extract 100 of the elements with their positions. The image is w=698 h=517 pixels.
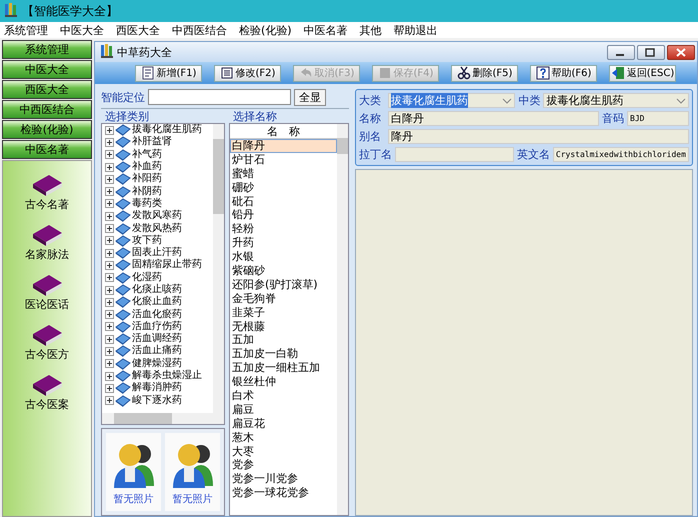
list-item[interactable]: 韭菜子 [230, 306, 337, 320]
expand-icon [105, 174, 114, 184]
expand-icon [105, 396, 114, 406]
maximize-button[interactable] [637, 44, 665, 60]
tree-item[interactable]: 解毒杀虫燥湿止 [105, 370, 213, 382]
sidebar-item[interactable]: 古今名著 [25, 167, 69, 212]
tree-item[interactable]: 补阴药 [105, 185, 213, 198]
list-item[interactable]: 五加皮一细柱五加 [230, 361, 337, 376]
text-field[interactable]: 降丹 [388, 129, 689, 144]
book-icon [115, 210, 131, 222]
scrollbar[interactable] [102, 413, 224, 424]
list-item[interactable]: 扁豆 [230, 402, 337, 417]
sidebar-item[interactable]: 名家脉法 [25, 217, 69, 262]
toolbar-button[interactable]: 删除(F5) [451, 64, 518, 82]
list-item[interactable]: 白降丹 [230, 139, 337, 153]
list-item[interactable]: 扁豆花 [230, 416, 337, 431]
tree-item[interactable]: 固精缩尿止带药 [105, 259, 213, 272]
tree-item[interactable]: 健脾燥湿药 [105, 358, 213, 370]
tree-item[interactable]: 活血止痛药 [105, 345, 213, 358]
sidebar-item[interactable]: 古今医方 [25, 317, 69, 362]
tree-item[interactable]: 活血疗伤药 [105, 320, 213, 334]
toolbar-button[interactable]: 修改(F2) [214, 64, 281, 82]
list-item[interactable]: 党参 [230, 458, 337, 472]
sidebar-button[interactable]: 中医名著 [2, 140, 92, 159]
scrollbar[interactable] [213, 124, 224, 413]
sidebar-button[interactable]: 西医大全 [2, 80, 92, 99]
tree-item[interactable]: 化痰止咳药 [105, 284, 213, 296]
list-item[interactable]: 紫硇砂 [230, 264, 337, 278]
sidebar-item[interactable]: 古今医案 [25, 367, 69, 412]
tree-item[interactable]: 峻下逐水药 [105, 394, 213, 407]
sidebar-button[interactable]: 中西医结合 [2, 100, 92, 119]
expand-icon [105, 310, 114, 320]
list-item[interactable]: 蜜蜡 [230, 166, 337, 181]
minimize-button[interactable] [607, 44, 635, 60]
text-field[interactable]: Crystalmixedwithbichloridem [552, 147, 689, 162]
list-item[interactable]: 升药 [230, 236, 337, 250]
menu-item[interactable]: 帮助退出 [394, 22, 438, 38]
tree-item[interactable]: 补阳药 [105, 173, 213, 186]
menu-item[interactable]: 中医名著 [304, 22, 348, 38]
list-item[interactable]: 硼砂 [230, 180, 337, 195]
list-item[interactable]: 还阳参(驴打滚草) [230, 278, 337, 292]
book-icon [115, 161, 131, 174]
tree-item[interactable]: 补肝益肾 [105, 136, 213, 149]
tree-item[interactable]: 毒药类 [105, 198, 213, 210]
sidebar-button[interactable]: 中医大全 [2, 60, 92, 79]
list-item[interactable]: 党参一球花党参 [230, 486, 337, 500]
list-item[interactable]: 白术 [230, 389, 337, 403]
tree-item[interactable]: 补血药 [105, 160, 213, 174]
tree-item[interactable]: 补气药 [105, 148, 213, 161]
tree-item[interactable]: 固表止汗药 [105, 246, 213, 260]
list-item[interactable]: 葱木 [230, 430, 337, 445]
tree-item[interactable]: 化瘀止血药 [105, 296, 213, 308]
sidebar-item[interactable]: 医论医话 [25, 267, 69, 312]
scrollbar[interactable] [337, 124, 348, 515]
list-item[interactable]: 党参一川党参 [230, 472, 337, 486]
toolbar-button[interactable]: 帮助(F6) [530, 64, 597, 82]
expand-icon [105, 199, 114, 208]
close-button[interactable] [667, 44, 695, 60]
menu-item[interactable]: 中医大全 [60, 22, 104, 38]
text-field[interactable] [395, 147, 514, 162]
sidebar-button[interactable]: 检验(化验) [2, 120, 92, 139]
list-item[interactable]: 金毛狗脊 [230, 292, 337, 306]
list-item[interactable]: 五加 [230, 333, 337, 348]
list-item[interactable]: 铅丹 [230, 208, 337, 222]
locate-field[interactable] [148, 89, 291, 105]
list-item[interactable]: 大枣 [230, 444, 337, 458]
toolbar-button[interactable]: 返回(ESC) [609, 64, 676, 82]
tree-item[interactable]: 拔毒化腐生肌药 [105, 124, 213, 136]
list-item[interactable]: 轻粉 [230, 222, 337, 236]
tree-item[interactable]: 活血调经药 [105, 333, 213, 346]
tree-item[interactable]: 活血化瘀药 [105, 308, 213, 321]
list-item[interactable]: 五加皮一白勒 [230, 347, 337, 362]
list-item[interactable]: 炉甘石 [230, 152, 337, 167]
tree-item[interactable]: 攻下药 [105, 234, 213, 247]
tree-item[interactable]: 发散风寒药 [105, 210, 213, 222]
menu-item[interactable]: 其他 [360, 22, 382, 38]
list-item[interactable]: 无根藤 [230, 320, 337, 334]
menu-item[interactable]: 检验(化验) [239, 22, 292, 38]
tree-item[interactable]: 解毒消肿药 [105, 382, 213, 395]
menu-item[interactable]: 西医大全 [116, 22, 160, 38]
show-all-button[interactable]: 全显 [294, 88, 326, 106]
tree-label: 健脾燥湿药 [132, 358, 182, 370]
dropdown[interactable]: 拔毒化腐生肌药 [543, 93, 689, 108]
sidebar-button[interactable]: 系统管理 [2, 40, 92, 59]
toolbar-button[interactable]: 新增(F1) [135, 64, 202, 82]
text-field[interactable]: 白降丹 [388, 111, 599, 126]
menu-item[interactable]: 中西医结合 [172, 22, 227, 38]
book-icon [115, 186, 131, 198]
list-item[interactable]: 砒石 [230, 194, 337, 208]
list-item[interactable]: 银丝杜仲 [230, 375, 337, 390]
tree-label: 发散风寒药 [132, 210, 182, 222]
list-item[interactable]: 水银 [230, 250, 337, 264]
detail-text-area[interactable] [355, 169, 693, 516]
menu-item[interactable]: 系统管理 [4, 22, 48, 38]
tree-label: 发散风热药 [132, 222, 182, 234]
dropdown[interactable]: 拔毒化腐生肌药 [388, 93, 516, 108]
book-icon [115, 358, 131, 370]
tree-item[interactable]: 化湿药 [105, 272, 213, 284]
tree-item[interactable]: 发散风热药 [105, 222, 213, 235]
text-field[interactable]: BJD [627, 111, 689, 126]
